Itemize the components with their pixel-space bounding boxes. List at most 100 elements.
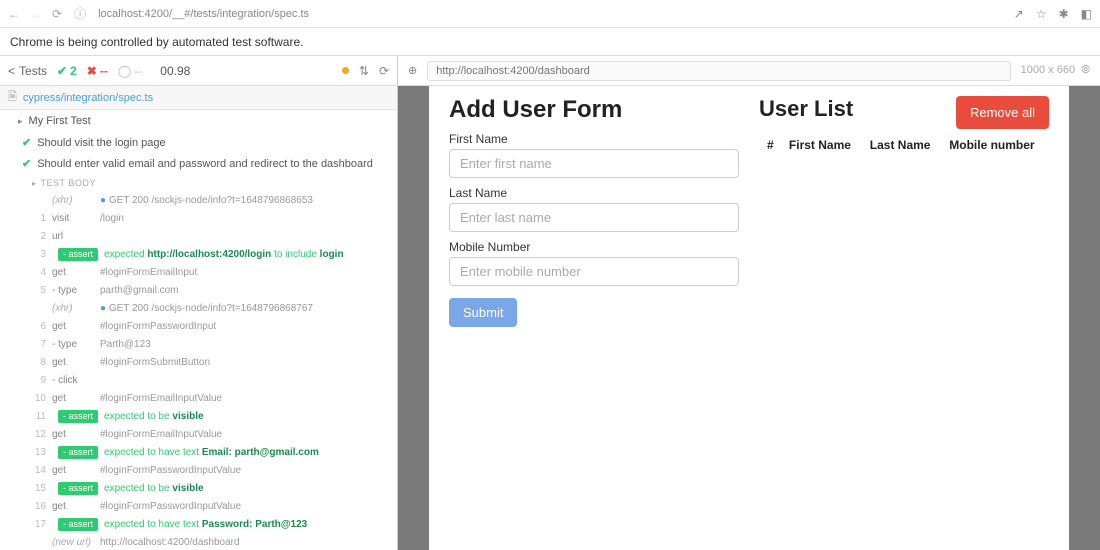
log-command: - type <box>46 338 94 352</box>
log-row[interactable]: 10get#loginFormEmailInputValue <box>0 390 397 408</box>
log-message: #loginFormEmailInputValue <box>94 392 389 406</box>
app-url-input[interactable] <box>427 61 1010 81</box>
last-name-input[interactable] <box>449 203 739 232</box>
log-command: (xhr) <box>46 194 94 208</box>
log-row[interactable]: 11- assertexpected to be visible <box>0 408 397 426</box>
submit-button[interactable]: Submit <box>449 298 517 327</box>
log-row[interactable]: 3- assertexpected http://localhost:4200/… <box>0 246 397 264</box>
log-row[interactable]: 8get#loginFormSubmitButton <box>0 354 397 372</box>
info-icon[interactable]: ⓘ <box>74 5 86 22</box>
log-number: 16 <box>28 500 46 514</box>
log-number: 6 <box>28 320 46 334</box>
extensions-icon[interactable]: ✱ <box>1059 7 1069 21</box>
log-command: visit <box>46 212 94 226</box>
log-number: 7 <box>28 338 46 352</box>
account-icon[interactable]: ◧ <box>1081 7 1092 21</box>
share-icon[interactable]: ↗ <box>1014 7 1024 21</box>
log-row[interactable]: (xhr)● GET 200 /sockjs-node/info?t=16487… <box>0 300 397 318</box>
first-name-label: First Name <box>449 132 739 146</box>
log-command: get <box>46 500 94 514</box>
log-message: parth@gmail.com <box>94 284 389 298</box>
spec-file-path: cypress/integration/spec.ts <box>23 92 153 104</box>
log-row[interactable]: 15- assertexpected to be visible <box>0 480 397 498</box>
duration: 00.98 <box>160 64 190 78</box>
cypress-runner-panel: < Tests ✔ 2 ✖ -- ◯ -- 00.98 ⇅ ⟳ 🗎 cypres… <box>0 56 398 550</box>
log-number: 1 <box>28 212 46 226</box>
log-message: #loginFormPasswordInputValue <box>94 500 389 514</box>
log-number: 2 <box>28 230 46 244</box>
mobile-label: Mobile Number <box>449 240 739 254</box>
file-icon: 🗎 <box>8 88 17 107</box>
log-row[interactable]: 16get#loginFormPasswordInputValue <box>0 498 397 516</box>
log-number: 10 <box>28 392 46 406</box>
updown-icon[interactable]: ⇅ <box>359 64 369 78</box>
status-dot-icon <box>342 67 349 74</box>
spec-file-row[interactable]: 🗎 cypress/integration/spec.ts <box>0 86 397 110</box>
browser-toolbar: ← → ⟳ ⓘ localhost:4200/__#/tests/integra… <box>0 0 1100 28</box>
log-row[interactable]: (xhr)● GET 200 /sockjs-node/info?t=16487… <box>0 192 397 210</box>
check-icon: ✔ <box>22 157 31 170</box>
spec-row-1[interactable]: ✔ Should visit the login page <box>0 132 397 153</box>
col-last-name: Last Name <box>864 134 941 156</box>
assert-badge: - assert <box>58 518 98 531</box>
log-command: get <box>46 320 94 334</box>
log-command: get <box>46 392 94 406</box>
log-number: 12 <box>28 428 46 442</box>
log-command: (new url) <box>46 536 94 550</box>
log-row[interactable]: 5- typeparth@gmail.com <box>0 282 397 300</box>
browser-nav: ← → ⟳ <box>8 7 62 21</box>
log-command: get <box>46 428 94 442</box>
log-row[interactable]: 2url <box>0 228 397 246</box>
log-command: - type <box>46 284 94 298</box>
log-command: - click <box>46 374 94 388</box>
log-message: http://localhost:4200/dashboard <box>94 536 389 550</box>
log-number: 17 <box>28 518 46 532</box>
log-message: #loginFormSubmitButton <box>94 356 389 370</box>
log-message: Parth@123 <box>94 338 389 352</box>
log-number: 4 <box>28 266 46 280</box>
log-message: #loginFormEmailInputValue <box>94 428 389 442</box>
log-message: expected to have text Email: parth@gmail… <box>98 446 389 460</box>
cypress-topbar: < Tests ✔ 2 ✖ -- ◯ -- 00.98 ⇅ ⟳ <box>0 56 397 86</box>
rerun-icon[interactable]: ⟳ <box>379 64 389 78</box>
log-row[interactable]: 1visit/login <box>0 210 397 228</box>
log-message: expected to be visible <box>98 410 389 424</box>
log-row[interactable]: 6get#loginFormPasswordInput <box>0 318 397 336</box>
col-mobile: Mobile number <box>943 134 1047 156</box>
mobile-input[interactable] <box>449 257 739 286</box>
log-command: get <box>46 356 94 370</box>
remove-all-button[interactable]: Remove all <box>956 96 1049 129</box>
forward-icon[interactable]: → <box>30 7 42 21</box>
log-message: ● GET 200 /sockjs-node/info?t=1648796868… <box>94 194 389 208</box>
log-message: expected http://localhost:4200/login to … <box>98 248 389 262</box>
command-log: (xhr)● GET 200 /sockjs-node/info?t=16487… <box>0 192 397 550</box>
log-row[interactable]: 12get#loginFormEmailInputValue <box>0 426 397 444</box>
log-row[interactable]: (new url)http://localhost:4200/dashboard <box>0 534 397 550</box>
log-row[interactable]: 9- click <box>0 372 397 390</box>
user-table: # First Name Last Name Mobile number <box>759 132 1049 158</box>
back-icon[interactable]: ← <box>8 7 20 21</box>
selector-playground-icon[interactable]: ⊕ <box>408 64 417 77</box>
log-row[interactable]: 4get#loginFormEmailInput <box>0 264 397 282</box>
tests-back-button[interactable]: < Tests <box>8 64 47 78</box>
col-first-name: First Name <box>783 134 862 156</box>
app-url-bar: ⊕ 1000 x 660 ⦾ <box>398 56 1100 86</box>
log-row[interactable]: 13- assertexpected to have text Email: p… <box>0 444 397 462</box>
log-message: expected to be visible <box>98 482 389 496</box>
browser-url[interactable]: localhost:4200/__#/tests/integration/spe… <box>98 8 309 20</box>
user-list-section: Remove all User List # First Name Last N… <box>759 96 1049 327</box>
log-message: expected to have text Password: Parth@12… <box>98 518 389 532</box>
log-number: 14 <box>28 464 46 478</box>
star-icon[interactable]: ☆ <box>1036 7 1047 21</box>
test-suite-title[interactable]: My First Test <box>0 110 397 132</box>
log-number: 9 <box>28 374 46 388</box>
log-row[interactable]: 17 - assertexpected to have text Password… <box>0 516 397 534</box>
log-row[interactable]: 7- typeParth@123 <box>0 336 397 354</box>
fail-count: ✖ -- <box>87 64 108 78</box>
log-command: (xhr) <box>46 302 94 316</box>
reload-icon[interactable]: ⟳ <box>52 7 62 21</box>
log-row[interactable]: 14get#loginFormPasswordInputValue <box>0 462 397 480</box>
app-viewport: Add User Form First Name Last Name Mobil… <box>398 86 1100 550</box>
spec-row-2[interactable]: ✔ Should enter valid email and password … <box>0 153 397 174</box>
first-name-input[interactable] <box>449 149 739 178</box>
